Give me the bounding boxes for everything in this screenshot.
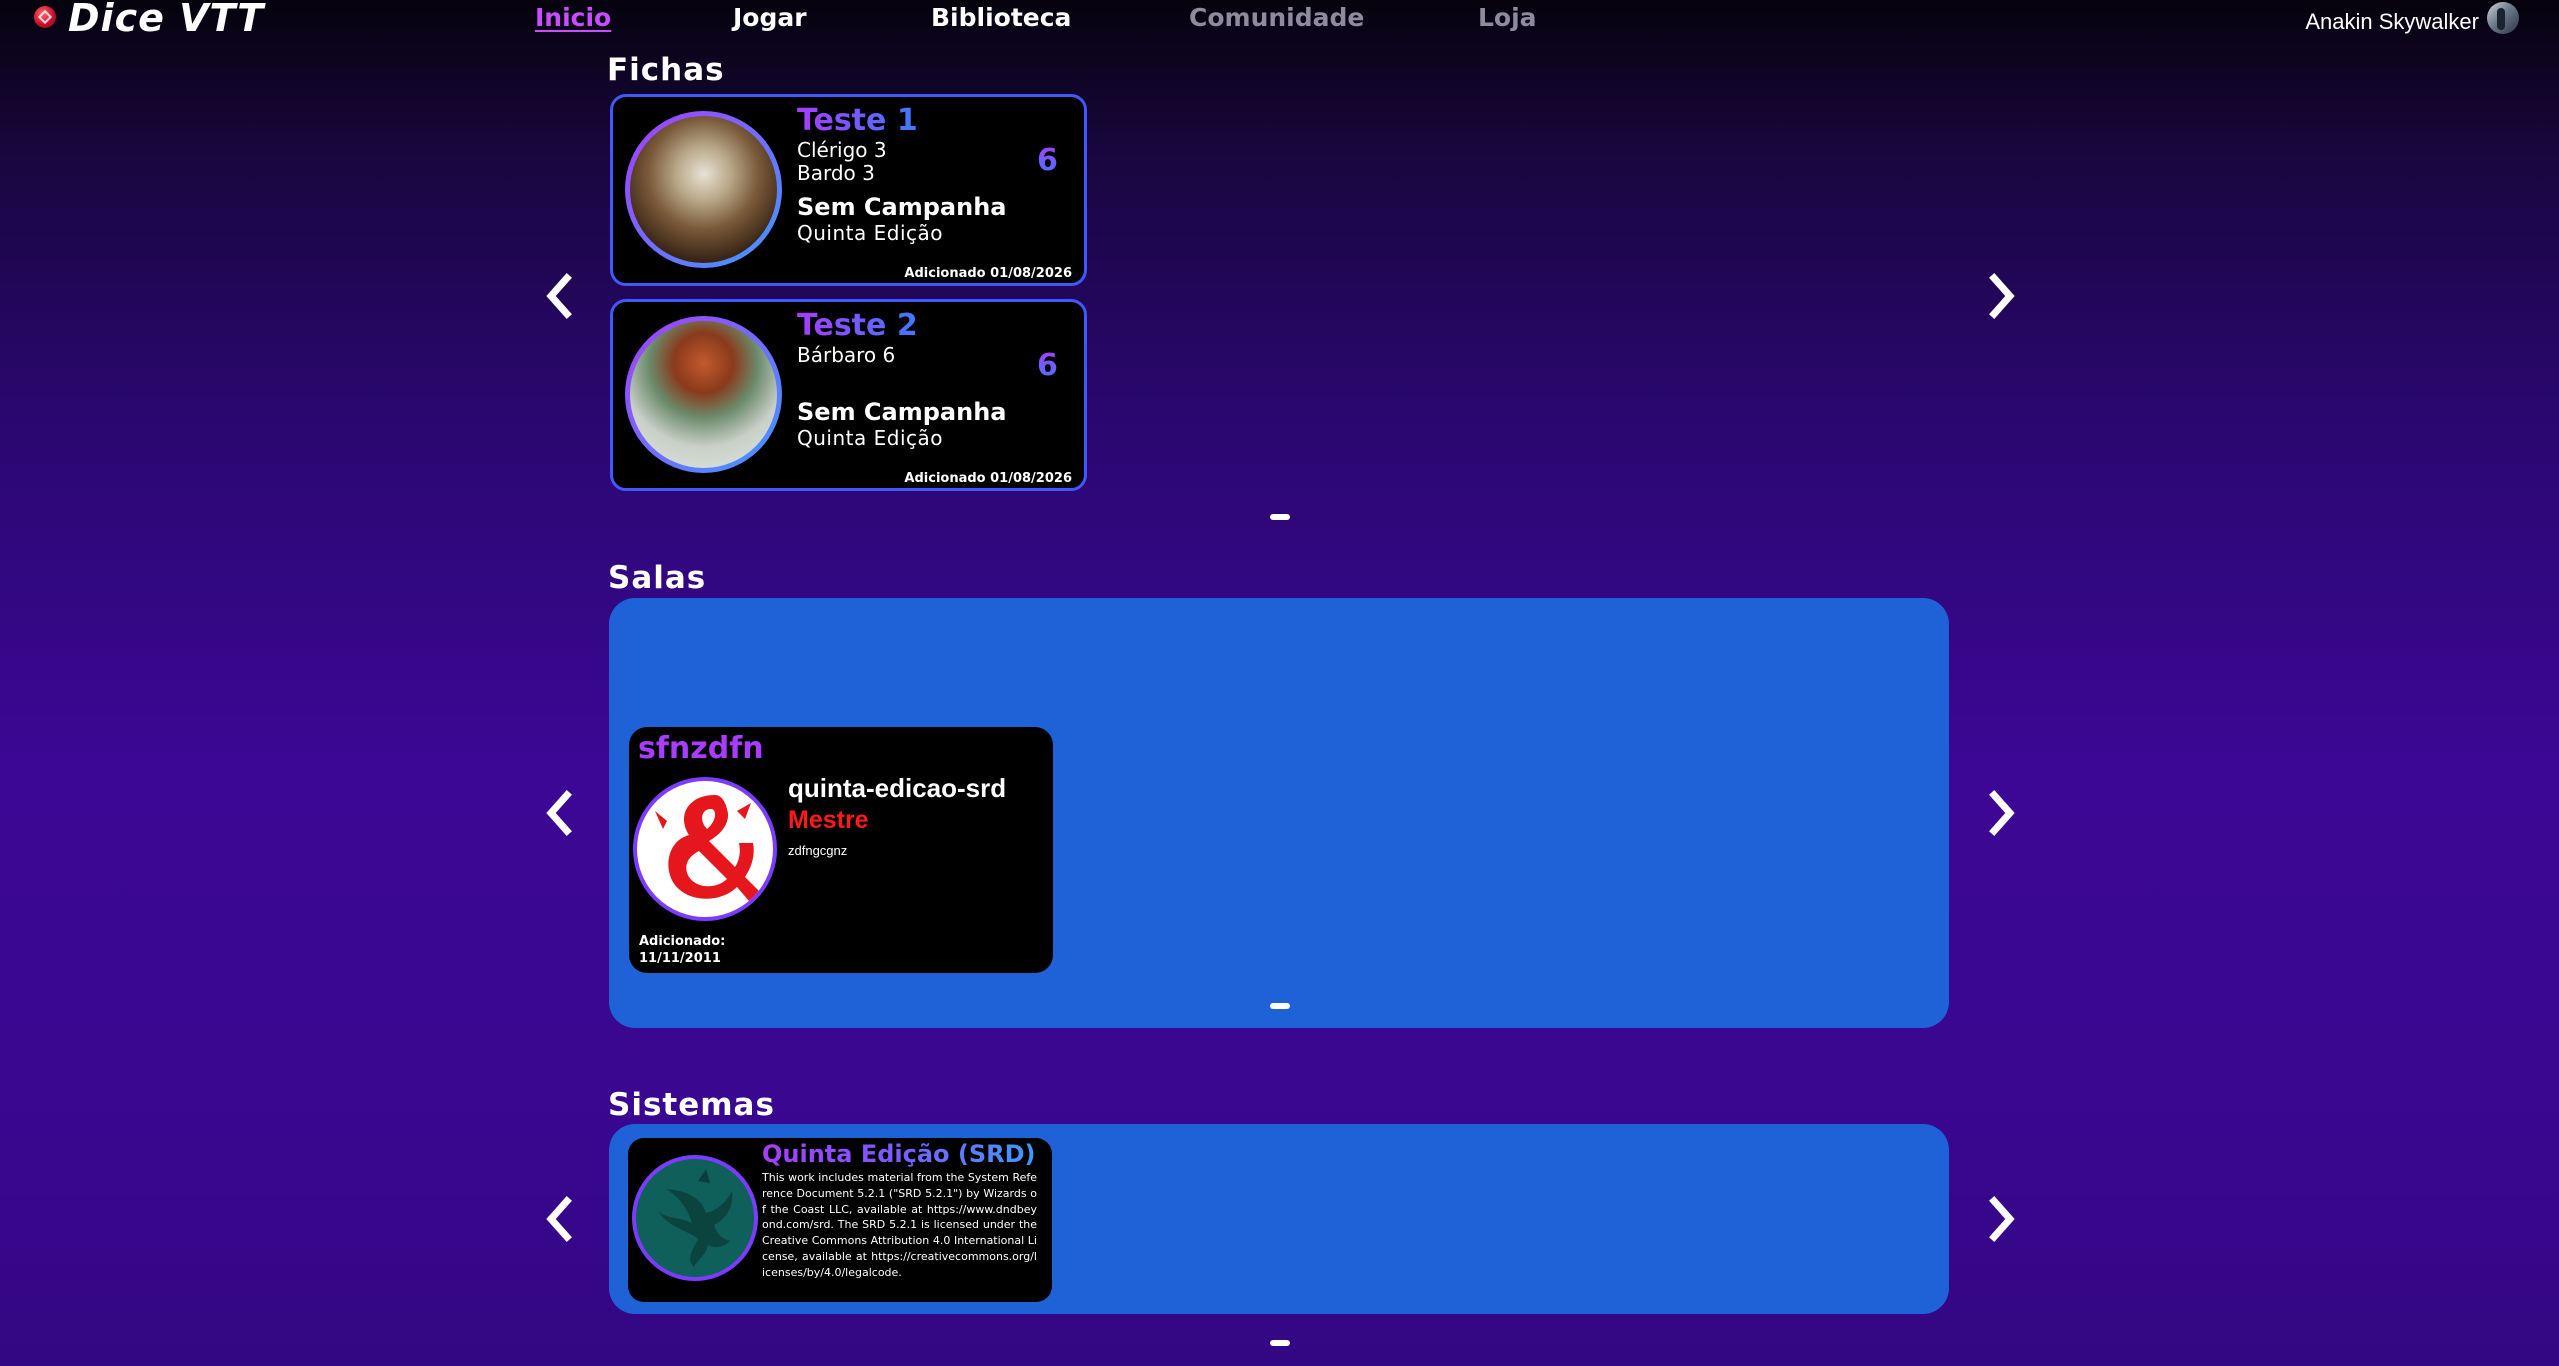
fichas-pagination-dot[interactable] xyxy=(1270,514,1290,520)
nav-inicio[interactable]: Inicio xyxy=(535,3,611,32)
dragon-icon xyxy=(632,1155,758,1281)
character-name: Teste 1 xyxy=(797,103,918,138)
room-added-label: Adicionado: xyxy=(639,934,726,949)
sistemas-prev-arrow[interactable] xyxy=(539,1189,579,1249)
character-level: 6 xyxy=(1037,348,1058,383)
chevron-left-icon xyxy=(546,1196,572,1242)
character-class: Bardo 3 xyxy=(797,161,875,185)
system-name: Quinta Edição (SRD) xyxy=(762,1140,1036,1168)
avatar[interactable] xyxy=(2487,2,2519,34)
character-class: Clérigo 3 xyxy=(797,138,887,162)
section-title-sistemas: Sistemas xyxy=(608,1087,775,1123)
nav-biblioteca[interactable]: Biblioteca xyxy=(931,3,1071,32)
chevron-left-icon xyxy=(546,273,572,319)
character-added-date: Adicionado 01/08/2026 xyxy=(904,266,1072,281)
character-class: Bárbaro 6 xyxy=(797,343,896,367)
character-campaign: Sem Campanha xyxy=(797,398,1007,426)
nav-loja[interactable]: Loja xyxy=(1478,3,1537,32)
chevron-right-icon xyxy=(1989,790,2015,836)
app-logo-title[interactable]: Dice VTT xyxy=(68,0,264,40)
room-added-date: Adicionado: 11/11/2011 xyxy=(639,933,725,967)
character-added-date: Adicionado 01/08/2026 xyxy=(904,471,1072,486)
salas-prev-arrow[interactable] xyxy=(539,783,579,843)
nav-comunidade[interactable]: Comunidade xyxy=(1189,3,1364,32)
character-portrait xyxy=(625,111,782,268)
character-card[interactable]: Teste 2 Bárbaro 6 Sem Campanha Quinta Ed… xyxy=(610,299,1087,491)
salas-next-arrow[interactable] xyxy=(1982,783,2022,843)
chevron-right-icon xyxy=(1989,1196,2015,1242)
system-card[interactable]: Quinta Edição (SRD) This work includes m… xyxy=(628,1138,1052,1302)
character-name: Teste 2 xyxy=(797,308,918,343)
character-level: 6 xyxy=(1037,143,1058,178)
chevron-right-icon xyxy=(1989,273,2015,319)
room-name: sfnzdfn xyxy=(638,731,764,766)
system-description: This work includes material from the Sys… xyxy=(762,1171,1037,1279)
room-description: zdfngcgnz xyxy=(788,843,848,858)
room-system: quinta-edicao-srd xyxy=(788,773,1007,803)
character-card[interactable]: Teste 1 Clérigo 3 Bardo 3 Sem Campanha Q… xyxy=(610,94,1087,286)
character-campaign: Sem Campanha xyxy=(797,193,1007,221)
dnd-ampersand-icon xyxy=(633,777,777,921)
fichas-prev-arrow[interactable] xyxy=(539,266,579,326)
character-system: Quinta Edição xyxy=(797,221,943,245)
section-title-fichas: Fichas xyxy=(607,52,725,88)
character-portrait xyxy=(625,316,782,473)
nav-jogar[interactable]: Jogar xyxy=(733,3,807,32)
character-system: Quinta Edição xyxy=(797,426,943,450)
top-nav-bar: Dice VTT Inicio Jogar Biblioteca Comunid… xyxy=(0,0,2559,44)
salas-pagination-dot[interactable] xyxy=(1270,1003,1290,1009)
room-added-value: 11/11/2011 xyxy=(639,951,721,966)
room-role: Mestre xyxy=(788,806,869,834)
sistemas-pagination-dot[interactable] xyxy=(1270,1340,1290,1346)
d20-icon[interactable] xyxy=(34,6,56,28)
chevron-left-icon xyxy=(546,790,572,836)
sistemas-next-arrow[interactable] xyxy=(1982,1189,2022,1249)
user-name[interactable]: Anakin Skywalker xyxy=(2305,9,2479,35)
section-title-salas: Salas xyxy=(608,560,707,596)
fichas-next-arrow[interactable] xyxy=(1982,266,2022,326)
room-card[interactable]: sfnzdfn quinta-edicao-srd Mestre zdfngcg… xyxy=(629,727,1053,973)
